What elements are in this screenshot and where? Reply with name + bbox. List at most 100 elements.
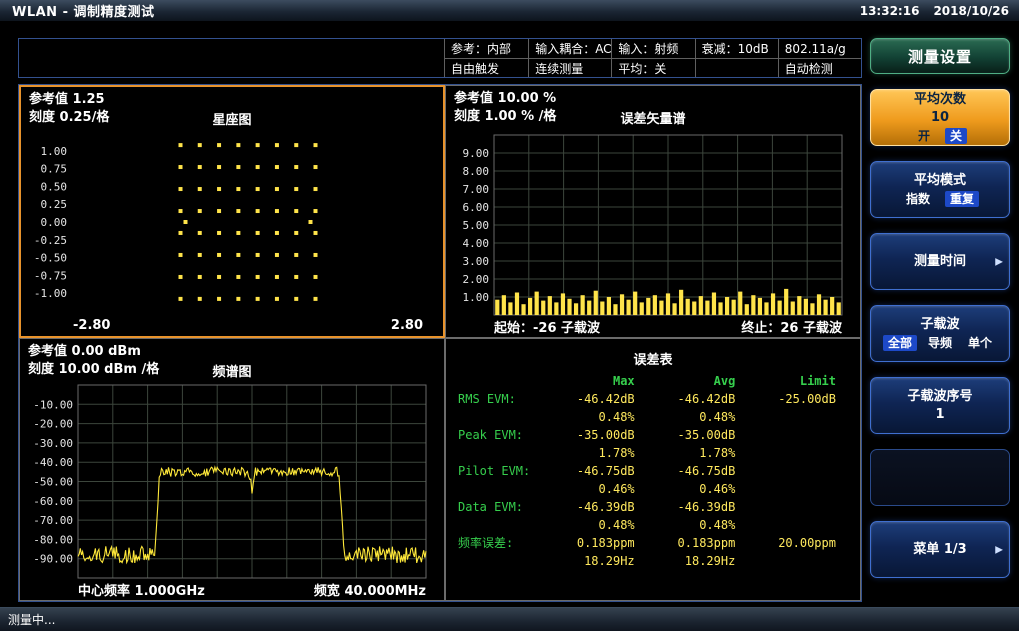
error-table-panel[interactable]: 误差表 Max Avg Limit RMS EVM:-46.42dB-46.42…	[445, 338, 861, 601]
panel-title: 误差矢量谱	[620, 108, 685, 127]
softkey-menu-page[interactable]: 菜单 1/3 ▶	[870, 521, 1010, 578]
softkey-measure-settings[interactable]: 测量设置	[870, 38, 1010, 74]
spectrum-plot: -10.00-20.00-30.00-40.00-50.00-60.00-70.…	[28, 380, 436, 580]
clock: 13:32:16 2018/10/26	[860, 4, 1009, 18]
softkey-label: 子载波	[920, 317, 959, 333]
constellation-x-axis: -2.80 2.80	[29, 316, 435, 334]
window-title: WLAN - 调制精度测试	[12, 1, 155, 20]
x-min-label: -2.80	[73, 318, 110, 333]
error-row: 0.46%0.46%	[454, 480, 852, 498]
svg-text:-0.50: -0.50	[34, 252, 67, 265]
subcarrier-start-label: 起始：-26 子载波	[494, 317, 600, 336]
config-cell: 自动检测	[778, 58, 861, 77]
svg-text:-0.25: -0.25	[34, 234, 67, 247]
svg-text:-60.00: -60.00	[33, 495, 73, 508]
config-cell: 连续测量	[528, 58, 611, 77]
softkey-average-count[interactable]: 平均次数 10 开 关	[870, 89, 1010, 146]
error-table-header: Max Avg Limit	[454, 372, 852, 390]
panel-title: 频谱图	[212, 361, 251, 380]
svg-text:-20.00: -20.00	[33, 418, 73, 431]
error-row: 1.78%1.78%	[454, 444, 852, 462]
svg-text:0.00: 0.00	[41, 216, 68, 229]
spectrum-x-axis: 中心频率 1.000GHz 频宽 40.000MHz	[28, 580, 436, 598]
constellation-points	[179, 143, 318, 301]
center-frequency-label: 中心频率 1.000GHz	[78, 580, 205, 599]
clock-time: 13:32:16	[860, 4, 920, 18]
status-text: 测量中...	[8, 611, 55, 628]
svg-text:-90.00: -90.00	[33, 553, 73, 566]
svg-text:1.00: 1.00	[463, 291, 490, 304]
evm-spectrum-plot: 9.008.007.006.005.004.003.002.001.00	[454, 127, 852, 317]
evm-spectrum-panel[interactable]: 参考值 10.00 % 刻度 1.00 % /格 误差矢量谱 9.008.007…	[445, 85, 861, 338]
softkey-value: 10	[931, 110, 949, 126]
submenu-arrow-icon: ▶	[995, 256, 1003, 267]
option-pilot[interactable]: 导频	[923, 335, 957, 351]
ref-value-label: 参考值 10.00 %	[454, 90, 852, 108]
softkey-subcarrier[interactable]: 子载波 全部 导频 单个	[870, 305, 1010, 362]
config-cell: 平均：关	[611, 58, 694, 77]
x-max-label: 2.80	[391, 318, 423, 333]
spectrum-panel[interactable]: 参考值 0.00 dBm 刻度 10.00 dBm /格 频谱图 -10.00 -…	[19, 338, 445, 601]
constellation-head: 参考值 1.25 刻度 0.25/格 星座图	[29, 91, 435, 128]
softkey-label: 平均模式	[914, 173, 966, 189]
svg-text:-80.00: -80.00	[33, 533, 73, 546]
error-row: 0.48%0.48%	[454, 516, 852, 534]
option-repeat[interactable]: 重复	[945, 191, 979, 207]
svg-text:0.75: 0.75	[41, 163, 68, 176]
softkey-label: 测量设置	[908, 46, 972, 67]
subcarrier-end-label: 终止：26 子载波	[741, 317, 842, 336]
svg-text:5.00: 5.00	[463, 219, 490, 232]
col-limit: Limit	[751, 372, 852, 390]
error-row: RMS EVM:-46.42dB-46.42dB-25.00dB	[454, 390, 852, 408]
ref-value-label: 参考值 1.25	[29, 91, 435, 109]
svg-text:-10.00: -10.00	[33, 398, 73, 411]
softkey-measure-time[interactable]: 测量时间 ▶	[870, 233, 1010, 290]
config-cell: 802.11a/g	[778, 39, 861, 58]
softkey-subcarrier-index[interactable]: 子载波序号 1	[870, 377, 1010, 434]
softkey-label: 子载波序号	[907, 389, 972, 405]
config-strip: 参考：内部输入耦合：AC输入：射频衰减：10dB802.11a/g自由触发连续测…	[18, 38, 862, 78]
error-row: 频率误差:0.183ppm0.183ppm20.00ppm	[454, 534, 852, 552]
evm-spectrum-head: 参考值 10.00 % 刻度 1.00 % /格 误差矢量谱	[454, 90, 852, 127]
softkey-value: 1	[935, 407, 944, 423]
error-row: 18.29Hz18.29Hz	[454, 552, 852, 570]
svg-text:2.00: 2.00	[463, 273, 490, 286]
status-bar: 测量中...	[0, 607, 1019, 631]
softkey-options: 指数 重复	[901, 191, 979, 207]
svg-text:-30.00: -30.00	[33, 437, 73, 450]
spectrum-head: 参考值 0.00 dBm 刻度 10.00 dBm /格 频谱图	[28, 343, 436, 380]
svg-text:0.25: 0.25	[41, 198, 68, 211]
main-block: 参考：内部输入耦合：AC输入：射频衰减：10dB802.11a/g自由触发连续测…	[18, 38, 862, 602]
softkey-average-mode[interactable]: 平均模式 指数 重复	[870, 161, 1010, 218]
option-exponential[interactable]: 指数	[901, 191, 935, 207]
svg-text:1.00: 1.00	[41, 145, 68, 158]
error-row: 0.48%0.48%	[454, 408, 852, 426]
error-row: Data EVM:-46.39dB-46.39dB	[454, 498, 852, 516]
measurement-panel-grid: 参考值 1.25 刻度 0.25/格 星座图 1.00 0.75 0.50 0.25 0…	[18, 84, 862, 602]
panel-title: 星座图	[212, 109, 251, 128]
softkey-options: 全部 导频 单个	[883, 335, 997, 351]
option-all[interactable]: 全部	[883, 335, 917, 351]
softkey-blank[interactable]	[870, 449, 1010, 506]
softkey-label: 平均次数	[914, 92, 966, 108]
analyzer-screen: WLAN - 调制精度测试 13:32:16 2018/10/26 参考：内部输…	[0, 0, 1019, 631]
title-bar: WLAN - 调制精度测试 13:32:16 2018/10/26	[0, 0, 1019, 22]
error-row: Pilot EVM:-46.75dB-46.75dB	[454, 462, 852, 480]
option-off[interactable]: 关	[945, 128, 967, 144]
error-table-title: 误差表	[454, 349, 852, 368]
svg-text:6.00: 6.00	[463, 201, 490, 214]
softkey-options: 开 关	[913, 128, 967, 144]
option-on[interactable]: 开	[913, 128, 935, 144]
submenu-arrow-icon: ▶	[995, 544, 1003, 555]
svg-text:-40.00: -40.00	[33, 456, 73, 469]
option-single[interactable]: 单个	[963, 335, 997, 351]
svg-text:-70.00: -70.00	[33, 514, 73, 527]
config-cell: 衰减：10dB	[695, 39, 778, 58]
config-grid: 参考：内部输入耦合：AC输入：射频衰减：10dB802.11a/g自由触发连续测…	[445, 39, 861, 77]
svg-text:7.00: 7.00	[463, 183, 490, 196]
svg-text:9.00: 9.00	[463, 147, 490, 160]
constellation-panel[interactable]: 参考值 1.25 刻度 0.25/格 星座图 1.00 0.75 0.50 0.25 0…	[19, 85, 445, 338]
softkey-label: 测量时间	[914, 254, 966, 270]
softkey-label: 菜单 1/3	[913, 542, 966, 558]
svg-text:0.50: 0.50	[41, 180, 68, 193]
